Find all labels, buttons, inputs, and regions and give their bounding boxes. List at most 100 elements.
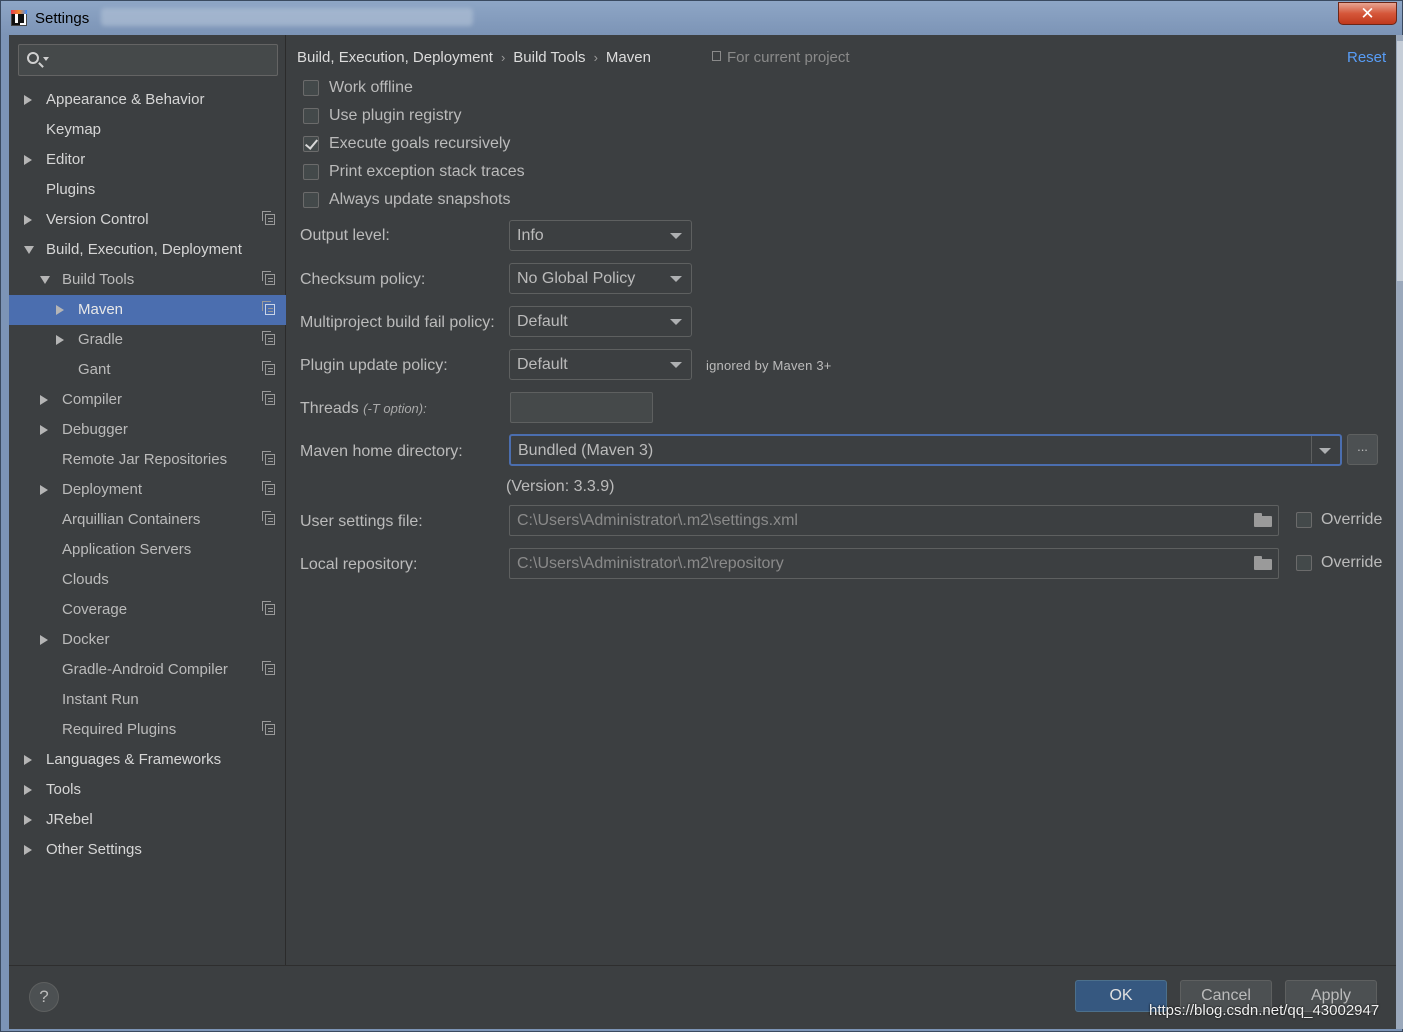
- option-checkbox[interactable]: [303, 192, 319, 208]
- plugin-update-policy-label: Plugin update policy:: [300, 357, 448, 374]
- collapse-arrow-icon[interactable]: [24, 755, 32, 765]
- sidebar-item[interactable]: Editor: [9, 145, 286, 175]
- user-settings-override-label: Override: [1321, 511, 1383, 528]
- option-checkbox[interactable]: [303, 80, 319, 96]
- sidebar-item[interactable]: Languages & Frameworks: [9, 745, 286, 775]
- sidebar-item[interactable]: Arquillian Containers: [9, 505, 286, 535]
- project-settings-icon: [262, 361, 275, 375]
- folder-icon[interactable]: [1254, 513, 1272, 527]
- option-checkbox[interactable]: [303, 108, 319, 124]
- sidebar-item[interactable]: Application Servers: [9, 535, 286, 565]
- title-bar[interactable]: Settings ✕: [1, 1, 1402, 35]
- sidebar-item[interactable]: Build, Execution, Deployment: [9, 235, 286, 265]
- collapse-arrow-icon[interactable]: [24, 785, 32, 795]
- sidebar-item[interactable]: Coverage: [9, 595, 286, 625]
- collapse-arrow-icon[interactable]: [24, 215, 32, 225]
- scrollbar-thumb[interactable]: [1397, 41, 1403, 281]
- sidebar-item[interactable]: Compiler: [9, 385, 286, 415]
- collapse-arrow-icon[interactable]: [56, 305, 64, 315]
- sidebar-item[interactable]: Tools: [9, 775, 286, 805]
- expand-arrow-icon[interactable]: [24, 246, 34, 254]
- sidebar-item[interactable]: Debugger: [9, 415, 286, 445]
- project-settings-icon: [262, 661, 275, 675]
- sidebar-item[interactable]: Keymap: [9, 115, 286, 145]
- collapse-arrow-icon[interactable]: [24, 845, 32, 855]
- project-scope-note: For current project: [712, 49, 850, 66]
- maven-home-browse-button[interactable]: ...: [1347, 434, 1378, 465]
- maven-settings-panel: Build, Execution, Deployment › Build Tools…: [287, 35, 1396, 965]
- sidebar-item-label: Other Settings: [46, 841, 142, 858]
- sidebar-item[interactable]: Instant Run: [9, 685, 286, 715]
- sidebar-item-label: Instant Run: [62, 691, 139, 708]
- sidebar-item[interactable]: Remote Jar Repositories: [9, 445, 286, 475]
- output-level-select[interactable]: Info: [509, 220, 692, 251]
- local-repository-field[interactable]: C:\Users\Administrator\.m2\repository: [509, 548, 1279, 579]
- sidebar-item-label: Clouds: [62, 571, 109, 588]
- folder-icon[interactable]: [1254, 556, 1272, 570]
- option-checkbox[interactable]: [303, 164, 319, 180]
- checksum-policy-value: No Global Policy: [517, 270, 636, 287]
- project-settings-icon: [262, 211, 275, 225]
- maven-version-text: (Version: 3.3.9): [506, 478, 615, 495]
- dialog-footer: ? OK Cancel Apply: [9, 965, 1396, 1029]
- sidebar-item-label: Coverage: [62, 601, 128, 618]
- threads-input[interactable]: [510, 392, 653, 423]
- sidebar-item[interactable]: Appearance & Behavior: [9, 85, 286, 115]
- sidebar-item[interactable]: Plugins: [9, 175, 286, 205]
- sidebar-item[interactable]: Required Plugins: [9, 715, 286, 745]
- help-button[interactable]: ?: [29, 982, 59, 1012]
- collapse-arrow-icon[interactable]: [56, 335, 64, 345]
- intellij-app-icon: [11, 10, 27, 26]
- project-settings-icon: [262, 331, 275, 345]
- plugin-update-policy-value: Default: [517, 356, 568, 373]
- sidebar-item[interactable]: Gant: [9, 355, 286, 385]
- user-settings-override-checkbox[interactable]: [1296, 512, 1312, 528]
- sidebar-item[interactable]: JRebel: [9, 805, 286, 835]
- sidebar-item[interactable]: Gradle-Android Compiler: [9, 655, 286, 685]
- settings-sidebar: Appearance & Behavior Keymap Editor Plugins…: [9, 35, 286, 965]
- sidebar-item-label: Tools: [46, 781, 82, 798]
- collapse-arrow-icon[interactable]: [40, 425, 48, 435]
- sidebar-item-label: Application Servers: [62, 541, 192, 558]
- sidebar-item[interactable]: Maven: [9, 295, 286, 325]
- collapse-arrow-icon[interactable]: [24, 155, 32, 165]
- maven-home-select[interactable]: Bundled (Maven 3): [509, 434, 1342, 466]
- collapse-arrow-icon[interactable]: [40, 485, 48, 495]
- multiproject-fail-policy-value: Default: [517, 313, 568, 330]
- collapse-arrow-icon[interactable]: [40, 635, 48, 645]
- option-checkbox-label: Execute goals recursively: [329, 135, 511, 152]
- project-settings-icon: [262, 601, 275, 615]
- sidebar-item[interactable]: Clouds: [9, 565, 286, 595]
- close-button[interactable]: ✕: [1338, 2, 1397, 25]
- threads-label: Threads (-T option):: [300, 400, 427, 418]
- sidebar-item-label: Gradle-Android Compiler: [62, 661, 228, 678]
- sidebar-item[interactable]: Build Tools: [9, 265, 286, 295]
- multiproject-fail-policy-select[interactable]: Default: [509, 306, 692, 337]
- sidebar-item[interactable]: Other Settings: [9, 835, 286, 865]
- option-checkbox-label: Work offline: [329, 79, 413, 96]
- sidebar-item[interactable]: Gradle: [9, 325, 286, 355]
- threads-label-text: Threads: [300, 400, 359, 417]
- project-settings-icon: [262, 391, 275, 405]
- option-checkbox[interactable]: [303, 136, 319, 152]
- multiproject-fail-policy-label: Multiproject build fail policy:: [300, 314, 495, 331]
- collapse-arrow-icon[interactable]: [24, 95, 32, 105]
- sidebar-item-label: JRebel: [46, 811, 93, 828]
- sidebar-item-label: Editor: [46, 151, 86, 168]
- reset-link[interactable]: Reset: [1347, 49, 1386, 66]
- sidebar-item-label: Gant: [78, 361, 111, 378]
- user-settings-field[interactable]: C:\Users\Administrator\.m2\settings.xml: [509, 505, 1279, 536]
- expand-arrow-icon[interactable]: [40, 276, 50, 284]
- checksum-policy-select[interactable]: No Global Policy: [509, 263, 692, 294]
- plugin-update-policy-select[interactable]: Default: [509, 349, 692, 380]
- project-scope-icon: [712, 51, 721, 61]
- sidebar-item[interactable]: Deployment: [9, 475, 286, 505]
- sidebar-item[interactable]: Version Control: [9, 205, 286, 235]
- sidebar-item-label: Compiler: [62, 391, 123, 408]
- collapse-arrow-icon[interactable]: [24, 815, 32, 825]
- search-input[interactable]: [18, 44, 278, 76]
- collapse-arrow-icon[interactable]: [40, 395, 48, 405]
- local-repository-override-checkbox[interactable]: [1296, 555, 1312, 571]
- sidebar-item[interactable]: Docker: [9, 625, 286, 655]
- output-level-value: Info: [517, 227, 544, 244]
